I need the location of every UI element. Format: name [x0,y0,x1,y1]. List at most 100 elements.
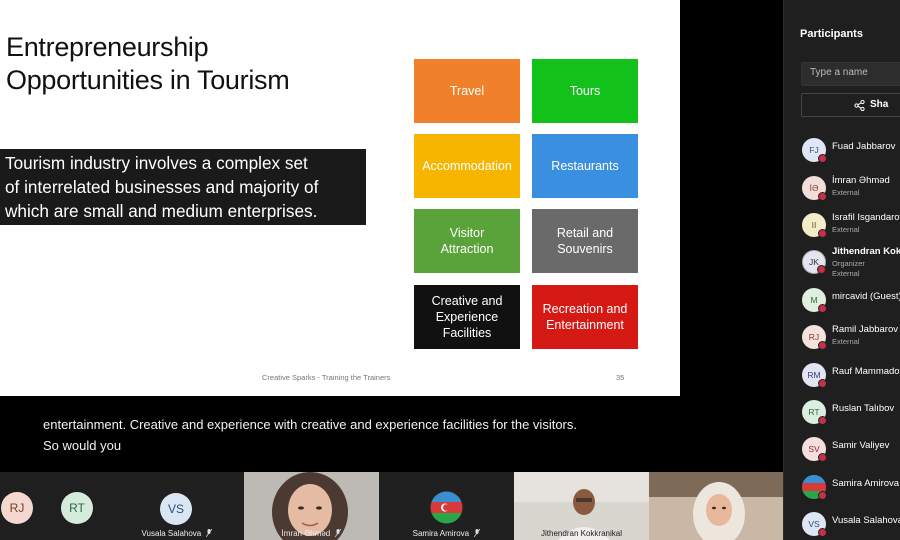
participant-search-input[interactable]: Type a name [801,62,900,86]
participant-role: External [832,337,860,346]
avatar-initials: FJ [809,145,819,155]
slide-title: Entrepreneurship Opportunities in Touris… [6,31,366,97]
participant-row[interactable]: II Israfil Isgandarov External [784,208,900,244]
participant-name: Jithendran Kokkranikal [832,246,900,257]
avatar-vs: VS [160,493,192,525]
participant-row[interactable]: RJ Ramil Jabbarov External [784,320,900,356]
tile-restaurants: Restaurants [532,134,638,198]
avatar-rt: RT [61,492,93,524]
slide-page-number: 35 [616,373,625,382]
participant-role: Organizer [832,259,865,268]
mic-off-icon [474,529,481,537]
status-dot [818,341,827,350]
tile-label: Tours [569,84,601,98]
shared-content-stage: Entrepreneurship Opportunities in Touris… [0,0,783,472]
participant-name: İmran Əhməd [244,529,379,538]
participant-name-text: Vusala Salahova [141,529,202,538]
video-tile-imran[interactable]: İmran Əhməd [244,472,379,540]
avatar: SV [802,437,827,462]
participant-row[interactable]: JK Jithendran Kokkranikal Organizer Exte… [784,245,900,285]
avatar-initials: RT [808,407,820,417]
participant-name: Samira Amirova [832,478,900,489]
participant-name-text: Jithendran Kokkranikal [541,529,622,538]
status-dot [818,379,827,388]
tile-travel: Travel [414,59,520,123]
tile-label: Accommodation [422,159,512,173]
panel-title: Participants [800,28,863,40]
video-tile-jithendran[interactable]: Jithendran Kokkranikal [514,472,649,540]
participant-row[interactable]: İƏ İmran Əhməd External [784,171,900,207]
presentation-slide: Entrepreneurship Opportunities in Touris… [0,0,680,396]
avatar: VS [802,512,827,537]
avatar: RT [802,400,827,425]
avatar-initials: SV [808,444,820,454]
participant-name: Jithendran Kokkranikal [514,529,649,538]
tile-label-line-2: Souvenirs [557,242,613,256]
share-invite-button[interactable]: Sha [801,93,900,117]
slide-text-line-1: Tourism industry involves a complex set [5,153,308,173]
status-dot [818,453,827,462]
share-icon [854,100,865,111]
participant-row[interactable]: Samira Amirova [784,470,900,506]
tile-label-line-2: Attraction [440,242,494,256]
share-label: Sha [870,99,889,110]
tile-label-line-1: Creative and [431,294,503,308]
tile-creative-and-experience-facilities: Creative and Experience Facilities [414,285,520,349]
live-caption: entertainment. Creative and experience w… [0,396,783,472]
participant-name: Ruslan Talıbov [832,403,895,414]
status-dot [818,229,827,238]
participant-name: Samira Amirova [379,529,514,538]
participant-video-strip: RJ RT VS Vusala Salahova İmran Əhməd Sam… [0,472,783,540]
tile-label-line-3: Facilities [442,326,492,340]
participant-name: Ramil Jabbarov [832,324,898,335]
participant-name-text: Samira Amirova [412,529,470,538]
avatar [802,475,827,500]
avatar-initials: VS [808,519,820,529]
status-dot [818,528,827,537]
participant-row[interactable]: RT Ruslan Talıbov [784,395,900,431]
participants-panel: Participants Type a name Sha FJ Fuad Jab… [783,0,900,540]
status-dot [818,491,827,500]
participant-name: Rauf Mammadov [832,366,900,377]
tile-accommodation: Accommodation [414,134,520,198]
slide-text-box: Tourism industry involves a complex set … [0,149,366,225]
participant-name-text: İmran Əhməd [281,529,331,538]
video-tile-rj-rt[interactable]: RJ RT [0,472,110,540]
tile-retail-and-souvenirs: Retail and Souvenirs [532,209,638,273]
participant-role: External [832,188,860,197]
participant-row[interactable]: VS Vusala Salahova [784,507,900,540]
video-tile-guest[interactable] [649,472,783,540]
avatar: RJ [802,325,827,350]
status-dot [817,265,826,274]
video-tile-samira[interactable]: Samira Amirova [379,472,514,540]
avatar: II [802,213,827,238]
status-dot [818,304,827,313]
slide-title-line-2: Opportunities in Tourism [6,65,290,95]
flag-avatar-icon [430,491,463,524]
slide-text-line-3: which are small and medium enterprises. [5,201,318,221]
participant-name: Israfil Isgandarov [832,212,900,223]
tile-label: Restaurants [551,159,619,173]
participant-row[interactable]: RM Rauf Mammadov [784,358,900,394]
avatar-initials: M [810,295,818,305]
tile-label-line-2: Experience [435,310,499,324]
slide-footer: Creative Sparks - Training the Trainers [262,373,391,382]
avatar-initials: RM [807,370,821,380]
video-feed-woman-hijab [649,472,783,540]
participant-row[interactable]: M mircavid (Guest) [784,283,900,319]
slide-text-line-2: of interrelated businesses and majority … [5,177,319,197]
avatar: İƏ [802,176,827,201]
participant-row[interactable]: FJ Fuad Jabbarov [784,133,900,169]
avatar: JK [802,250,826,274]
avatar-rj: RJ [1,492,33,524]
tile-label-line-1: Visitor [449,226,485,240]
mic-off-icon [206,529,213,537]
avatar: RM [802,363,827,388]
participant-row[interactable]: SV Samir Valiyev [784,432,900,468]
avatar-initials: II [811,220,817,230]
tile-recreation-and-entertainment: Recreation and Entertainment [532,285,638,349]
status-dot [818,416,827,425]
avatar: M [802,288,827,313]
status-dot [818,192,827,201]
video-tile-vusala[interactable]: VS Vusala Salahova [110,472,244,540]
